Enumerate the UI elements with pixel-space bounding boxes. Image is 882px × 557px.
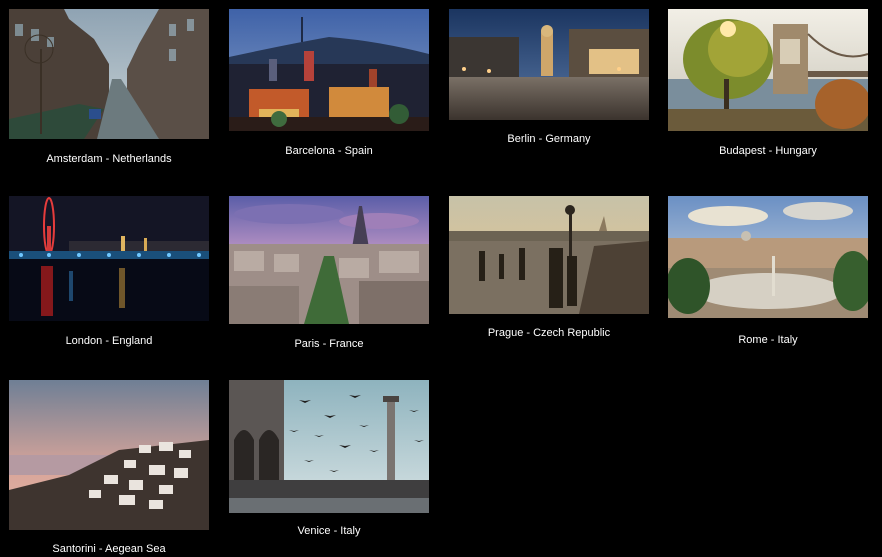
gallery-item-paris[interactable]: Paris - France	[229, 196, 429, 356]
venice-pigeons-square-photo[interactable]	[229, 380, 429, 513]
gallery-caption: Amsterdam - Netherlands	[46, 153, 172, 165]
gallery-caption: Venice - Italy	[297, 525, 361, 537]
gallery-item-amsterdam[interactable]: Amsterdam - Netherlands	[9, 9, 209, 179]
gallery-item-budapest[interactable]: Budapest - Hungary	[668, 9, 868, 159]
london-thames-night-photo[interactable]	[9, 196, 209, 321]
gallery-caption: Prague - Czech Republic	[487, 327, 611, 339]
prague-charles-bridge-photo[interactable]	[449, 196, 649, 314]
gallery-caption: Paris - France	[294, 338, 364, 350]
santorini-sunset-photo[interactable]	[9, 380, 209, 530]
gallery-item-rome[interactable]: Rome - Italy	[668, 196, 868, 356]
gallery-caption: Budapest - Hungary	[719, 145, 817, 157]
gallery-item-london[interactable]: London - England	[9, 196, 209, 356]
barcelona-night-skyline-photo[interactable]	[229, 9, 429, 131]
gallery-item-berlin[interactable]: Berlin - Germany	[449, 9, 649, 159]
gallery-caption: Barcelona - Spain	[285, 145, 373, 157]
rome-piazza-panorama-photo[interactable]	[668, 196, 868, 318]
gallery-caption: Santorini - Aegean Sea	[52, 543, 166, 555]
berlin-square-dusk-photo[interactable]	[449, 9, 649, 120]
gallery-item-prague[interactable]: Prague - Czech Republic	[449, 196, 649, 356]
gallery-item-santorini[interactable]: Santorini - Aegean Sea	[9, 380, 209, 557]
gallery-item-venice[interactable]: Venice - Italy	[229, 380, 429, 550]
amsterdam-canal-photo[interactable]	[9, 9, 209, 139]
paris-eiffel-skyline-photo[interactable]	[229, 196, 429, 324]
budapest-chain-bridge-photo[interactable]	[668, 9, 868, 131]
gallery-caption: Berlin - Germany	[507, 133, 591, 145]
gallery-caption: Rome - Italy	[738, 334, 798, 346]
gallery-caption: London - England	[65, 335, 153, 347]
gallery-item-barcelona[interactable]: Barcelona - Spain	[229, 9, 429, 159]
